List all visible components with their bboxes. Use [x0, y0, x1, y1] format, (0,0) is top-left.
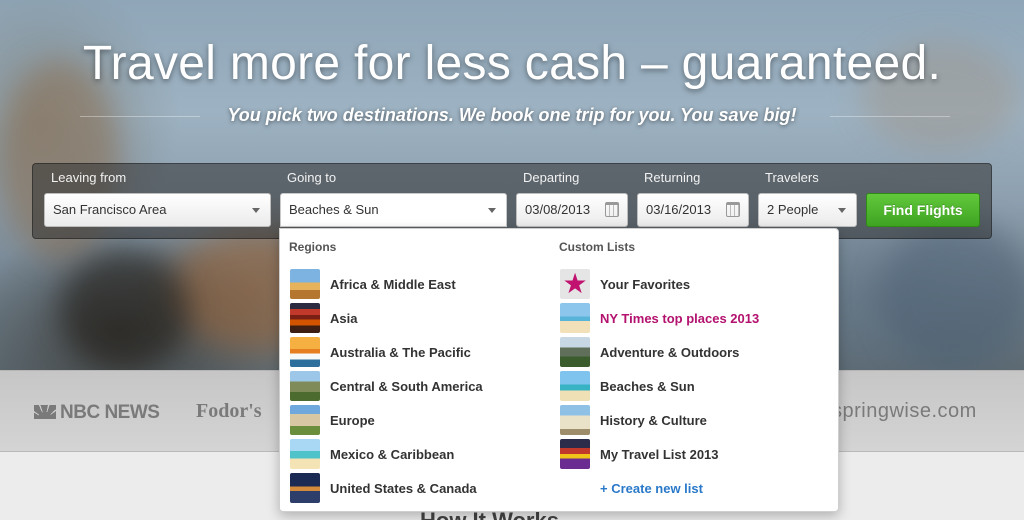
hero-subtitle: You pick two destinations. We book one t…	[227, 105, 797, 125]
region-option-africa[interactable]: Africa & Middle East	[290, 269, 456, 299]
list-option-nyt[interactable]: NY Times top places 2013	[560, 303, 759, 333]
peacock-icon	[34, 405, 56, 419]
leaving-from-label: Leaving from	[51, 170, 127, 185]
region-option-asia[interactable]: Asia	[290, 303, 357, 333]
list-label: Your Favorites	[600, 276, 691, 292]
list-label: History & Culture	[600, 412, 707, 428]
my-list-thumbnail	[560, 439, 590, 469]
calendar-icon[interactable]	[726, 202, 740, 217]
list-label: Adventure & Outdoors	[600, 344, 740, 360]
adventure-thumbnail	[560, 337, 590, 367]
custom-lists-heading: Custom Lists	[559, 240, 636, 254]
central-america-thumbnail	[290, 371, 320, 401]
region-option-mexico-caribbean[interactable]: Mexico & Caribbean	[290, 439, 454, 469]
list-label: My Travel List 2013	[600, 446, 719, 462]
departing-date-input[interactable]: 03/08/2013	[516, 193, 628, 227]
region-option-central-south-america[interactable]: Central & South America	[290, 371, 483, 401]
leaving-from-value: San Francisco Area	[53, 202, 167, 217]
returning-label: Returning	[644, 170, 701, 185]
travelers-label: Travelers	[765, 170, 819, 185]
chevron-down-icon	[488, 208, 496, 213]
region-option-australia[interactable]: Australia & The Pacific	[290, 337, 471, 367]
usa-thumbnail	[290, 473, 320, 503]
hero-title: Travel more for less cash – guaranteed.	[82, 37, 942, 90]
leaving-from-select[interactable]: San Francisco Area	[44, 193, 271, 227]
list-option-history[interactable]: History & Culture	[560, 405, 707, 435]
going-to-label: Going to	[287, 170, 337, 185]
springwise-logo: springwise.com	[832, 400, 977, 422]
region-label: United States & Canada	[330, 480, 477, 496]
going-to-select[interactable]: Beaches & Sun	[280, 193, 507, 227]
history-thumbnail	[560, 405, 590, 435]
departing-date-value: 03/08/2013	[525, 202, 591, 217]
star-icon: ★	[560, 269, 590, 299]
africa-thumbnail	[290, 269, 320, 299]
calendar-icon[interactable]	[605, 202, 619, 217]
region-label: Australia & The Pacific	[330, 344, 471, 360]
departing-label: Departing	[523, 170, 580, 185]
going-to-value: Beaches & Sun	[289, 202, 379, 217]
region-option-europe[interactable]: Europe	[290, 405, 375, 435]
europe-thumbnail	[290, 405, 320, 435]
beach-thumbnail	[560, 371, 590, 401]
region-label: Asia	[330, 310, 358, 326]
asia-thumbnail	[290, 303, 320, 333]
region-label: Africa & Middle East	[330, 276, 456, 292]
fodors-logo: Fodor's	[196, 400, 262, 422]
hero-blur-shape	[880, 220, 1024, 370]
travelers-value: 2 People	[767, 202, 819, 217]
nyt-thumbnail	[560, 303, 590, 333]
region-label: Central & South America	[330, 378, 483, 394]
region-option-us-canada[interactable]: United States & Canada	[290, 473, 477, 503]
list-option-beaches[interactable]: Beaches & Sun	[560, 371, 695, 401]
chevron-down-icon	[838, 208, 846, 213]
list-label: Beaches & Sun	[600, 378, 695, 394]
returning-date-value: 03/16/2013	[646, 202, 712, 217]
list-option-favorites[interactable]: ★ Your Favorites	[560, 269, 690, 299]
region-label: Europe	[330, 412, 375, 428]
region-label: Mexico & Caribbean	[330, 446, 455, 462]
list-option-adventure[interactable]: Adventure & Outdoors	[560, 337, 739, 367]
list-label-highlighted: NY Times top places 2013	[600, 310, 760, 326]
nbc-news-logo: NBC NEWS	[34, 402, 160, 424]
australia-thumbnail	[290, 337, 320, 367]
chevron-down-icon	[252, 208, 260, 213]
create-new-list-link[interactable]: + Create new list	[600, 481, 703, 496]
nbc-news-text: NBC NEWS	[60, 402, 160, 423]
find-flights-button[interactable]: Find Flights	[866, 193, 980, 227]
travelers-select[interactable]: 2 People	[758, 193, 857, 227]
regions-heading: Regions	[289, 240, 337, 254]
list-option-my-travel-list[interactable]: My Travel List 2013	[560, 439, 719, 469]
hero-blur-shape	[60, 250, 190, 370]
returning-date-input[interactable]: 03/16/2013	[637, 193, 749, 227]
mexico-thumbnail	[290, 439, 320, 469]
